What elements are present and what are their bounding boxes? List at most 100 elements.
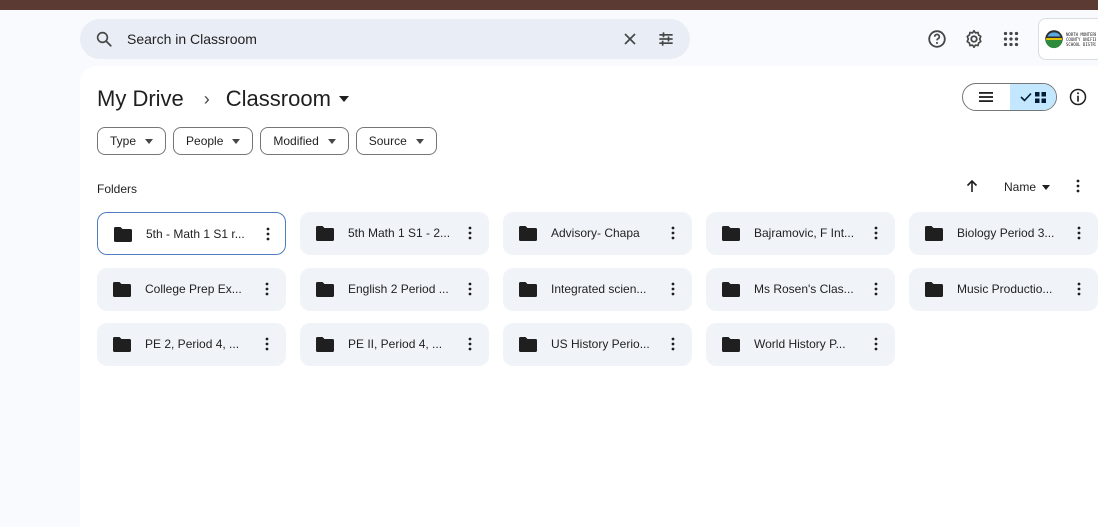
more-vert-icon[interactable]: [665, 336, 681, 352]
grid-icon: [1034, 91, 1046, 103]
more-vert-icon[interactable]: [259, 336, 275, 352]
more-vert-icon[interactable]: [665, 281, 681, 297]
folder-name: Music Productio...: [957, 282, 1053, 296]
folder-icon: [316, 337, 334, 352]
folder-icon: [519, 282, 537, 297]
more-vert-icon[interactable]: [1070, 178, 1086, 194]
more-vert-icon[interactable]: [868, 281, 884, 297]
view-toggle: [962, 83, 1057, 111]
folder-icon: [925, 226, 943, 241]
breadcrumb: My Drive › Classroom: [97, 86, 349, 112]
info-icon[interactable]: [1068, 87, 1088, 107]
chevron-down-icon: [145, 138, 154, 144]
folder-icon: [316, 282, 334, 297]
close-icon[interactable]: [620, 29, 640, 49]
globe-logo-icon: [1045, 30, 1063, 49]
filter-label: People: [186, 134, 224, 148]
chevron-down-icon: [232, 138, 241, 144]
more-vert-icon[interactable]: [1071, 225, 1087, 241]
folder-item[interactable]: 5th - Math 1 S1 r...: [97, 212, 286, 255]
more-vert-icon[interactable]: [665, 225, 681, 241]
folder-item[interactable]: US History Perio...: [503, 323, 692, 366]
filter-chips: Type People Modified Source: [97, 127, 444, 155]
search-bar[interactable]: Search in Classroom: [80, 19, 690, 59]
folder-icon: [316, 226, 334, 241]
filter-source-button[interactable]: Source: [355, 127, 437, 155]
folder-icon: [925, 282, 943, 297]
list-icon: [979, 92, 994, 102]
sort-label: Name: [1004, 180, 1037, 194]
more-vert-icon[interactable]: [260, 226, 276, 242]
filter-label: Modified: [273, 134, 319, 148]
more-vert-icon[interactable]: [462, 281, 478, 297]
more-vert-icon[interactable]: [462, 336, 478, 352]
folder-item[interactable]: Bajramovic, F Int...: [706, 212, 895, 255]
folder-item[interactable]: English 2 Period ...: [300, 268, 489, 311]
chevron-down-icon[interactable]: [338, 96, 349, 102]
folder-item[interactable]: World History P...: [706, 323, 895, 366]
folder-name: Integrated scien...: [551, 282, 647, 296]
folder-name: 5th - Math 1 S1 r...: [146, 227, 245, 241]
folder-name: English 2 Period ...: [348, 282, 449, 296]
list-view-button[interactable]: [963, 84, 1010, 110]
folder-icon: [519, 337, 537, 352]
main-panel: My Drive › Classroom Type People Modifie…: [80, 66, 1098, 527]
folder-icon: [722, 337, 740, 352]
filter-people-button[interactable]: People: [173, 127, 254, 155]
chevron-down-icon: [415, 138, 424, 144]
filter-modified-button[interactable]: Modified: [260, 127, 349, 155]
folder-item[interactable]: 5th Math 1 S1 - 2...: [300, 212, 489, 255]
account-logo[interactable]: NORTH MONTEREY COUNTY UNIFIED SCHOOL DIS…: [1038, 18, 1098, 60]
apps-icon[interactable]: [1000, 28, 1022, 50]
folder-item[interactable]: Ms Rosen's Clas...: [706, 268, 895, 311]
folder-icon: [519, 226, 537, 241]
folder-name: College Prep Ex...: [145, 282, 242, 296]
folder-name: Ms Rosen's Clas...: [754, 282, 854, 296]
top-strip: [0, 0, 1098, 10]
settings-icon[interactable]: [963, 28, 985, 50]
more-vert-icon[interactable]: [462, 225, 478, 241]
folder-item[interactable]: PE II, Period 4, ...: [300, 323, 489, 366]
section-label: Folders: [97, 182, 138, 196]
chevron-down-icon: [1042, 184, 1051, 190]
folder-name: 5th Math 1 S1 - 2...: [348, 226, 451, 240]
filter-label: Type: [110, 134, 137, 148]
more-vert-icon[interactable]: [868, 336, 884, 352]
folder-icon: [114, 227, 132, 242]
more-vert-icon[interactable]: [868, 225, 884, 241]
folder-name: PE II, Period 4, ...: [348, 337, 443, 351]
folder-item[interactable]: College Prep Ex...: [97, 268, 286, 311]
folder-icon: [722, 226, 740, 241]
breadcrumb-root[interactable]: My Drive: [97, 86, 184, 112]
folder-icon: [113, 337, 131, 352]
folder-item[interactable]: Advisory- Chapa: [503, 212, 692, 255]
tune-icon[interactable]: [656, 29, 676, 49]
sort-by-button[interactable]: Name: [1004, 180, 1051, 194]
help-icon[interactable]: [926, 28, 948, 50]
more-vert-icon[interactable]: [1071, 281, 1087, 297]
more-vert-icon[interactable]: [259, 281, 275, 297]
search-input[interactable]: Search in Classroom: [127, 31, 257, 47]
folder-icon: [113, 282, 131, 297]
folder-name: US History Perio...: [551, 337, 650, 351]
folder-item[interactable]: PE 2, Period 4, ...: [97, 323, 286, 366]
search-icon[interactable]: [95, 30, 113, 48]
logo-text: NORTH MONTEREY COUNTY UNIFIED SCHOOL DIS…: [1066, 31, 1096, 47]
folder-item[interactable]: Music Productio...: [909, 268, 1098, 311]
folder-name: World History P...: [754, 337, 846, 351]
folder-name: PE 2, Period 4, ...: [145, 337, 240, 351]
folder-item[interactable]: Integrated scien...: [503, 268, 692, 311]
filter-label: Source: [368, 134, 407, 148]
breadcrumb-current[interactable]: Classroom: [226, 86, 331, 112]
folder-icon: [722, 282, 740, 297]
check-icon: [1020, 92, 1032, 102]
folder-name: Bajramovic, F Int...: [754, 226, 855, 240]
grid-view-button[interactable]: [1009, 84, 1056, 110]
filter-type-button[interactable]: Type: [97, 127, 167, 155]
folder-item[interactable]: Biology Period 3...: [909, 212, 1098, 255]
folder-name: Advisory- Chapa: [551, 226, 640, 240]
arrow-up-icon[interactable]: [964, 178, 980, 194]
breadcrumb-separator: ›: [203, 88, 210, 109]
chevron-down-icon: [327, 138, 336, 144]
folder-name: Biology Period 3...: [957, 226, 1055, 240]
